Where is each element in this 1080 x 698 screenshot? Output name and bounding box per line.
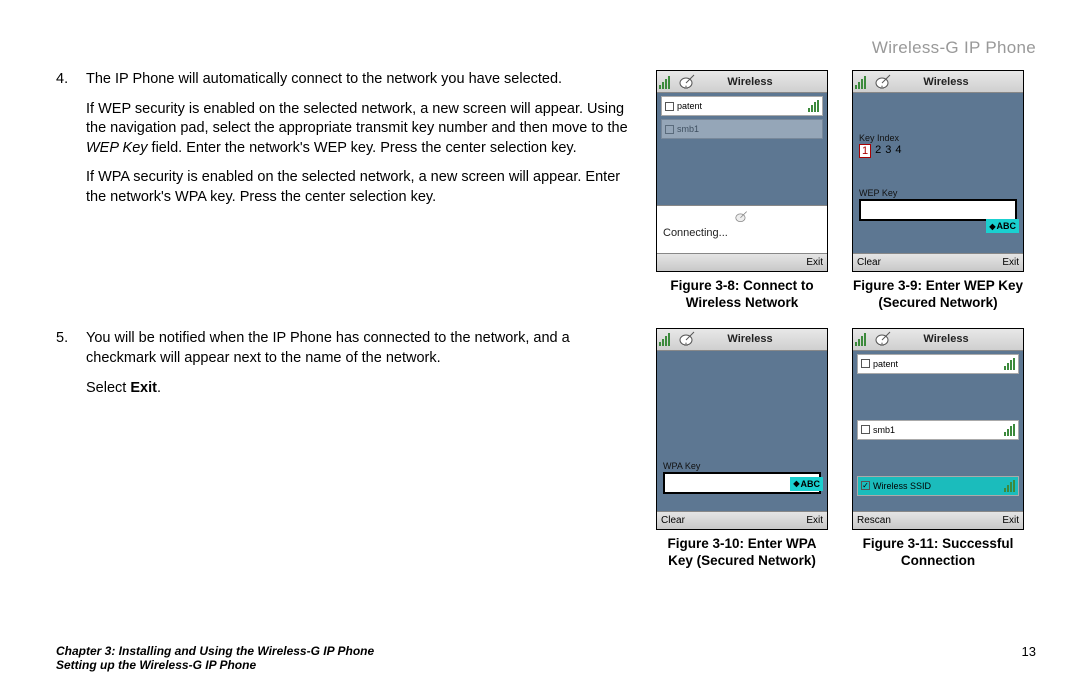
page-number: 13 — [1022, 644, 1036, 672]
dish-icon — [871, 72, 897, 92]
step-4: 4. The IP Phone will automatically conne… — [56, 70, 636, 207]
figure-3-9-caption: Figure 3-9: Enter WEP Key (Secured Netwo… — [852, 278, 1024, 312]
wep-key-label: WEP Key — [859, 188, 1017, 198]
network-item-wireless-ssid: ✓ Wireless SSID — [857, 476, 1019, 496]
network-item-smb1: smb1 — [857, 420, 1019, 440]
dish-icon — [675, 329, 701, 349]
figure-3-10-caption: Figure 3-10: Enter WPA Key (Secured Netw… — [656, 536, 828, 570]
signal-icon — [855, 331, 869, 347]
signal-icon — [659, 74, 673, 90]
figure-3-9: Wireless Key Index 1 2 3 4 WEP Key ABC — [852, 70, 1024, 312]
signal-icon — [659, 331, 673, 347]
figure-3-11: Wireless patent smb1 — [852, 328, 1024, 570]
figure-3-8-caption: Figure 3-8: Connect to Wireless Network — [656, 278, 828, 312]
checkbox-icon — [665, 102, 674, 111]
step-5-p2: Select Exit. — [86, 379, 636, 399]
dish-icon — [871, 329, 897, 349]
phone-title: Wireless — [701, 333, 827, 345]
figure-3-10: Wireless WPA Key ABC Clear Exit Figure 3… — [656, 328, 828, 570]
phone-screen-3-8: Wireless patent smb1 — [656, 70, 828, 272]
footer-chapter: Chapter 3: Installing and Using the Wire… — [56, 644, 374, 658]
softkey-clear: Clear — [857, 257, 881, 268]
figure-3-8: Wireless patent smb1 — [656, 70, 828, 312]
footer-section: Setting up the Wireless-G IP Phone — [56, 658, 374, 672]
softkey-exit: Exit — [806, 515, 823, 526]
checkbox-checked-icon: ✓ — [861, 481, 870, 490]
checkbox-icon — [861, 359, 870, 368]
step-4-p3: If WPA security is enabled on the select… — [86, 168, 636, 207]
body-text: 4. The IP Phone will automatically conne… — [56, 70, 636, 570]
softkey-exit: Exit — [1002, 515, 1019, 526]
figure-3-11-caption: Figure 3-11: Successful Connection — [852, 536, 1024, 570]
wep-key-input — [859, 199, 1017, 221]
network-item-patent: patent — [857, 354, 1019, 374]
softkey-clear: Clear — [661, 515, 685, 526]
phone-title: Wireless — [897, 76, 1023, 88]
step-4-p2: If WEP security is enabled on the select… — [86, 100, 636, 159]
signal-icon — [855, 74, 869, 90]
softkey-exit: Exit — [1002, 257, 1019, 268]
checkbox-icon — [861, 425, 870, 434]
phone-title: Wireless — [897, 333, 1023, 345]
phone-title: Wireless — [701, 76, 827, 88]
softkey-rescan: Rescan — [857, 515, 891, 526]
page-footer: Chapter 3: Installing and Using the Wire… — [56, 644, 1036, 672]
connecting-popup: Connecting... — [657, 205, 827, 253]
step-5-p1: You will be notified when the IP Phone h… — [86, 329, 636, 368]
step-5-number: 5. — [56, 329, 68, 349]
phone-screen-3-11: Wireless patent smb1 — [852, 328, 1024, 530]
key-index-label: Key Index — [859, 133, 1017, 143]
step-5: 5. You will be notified when the IP Phon… — [56, 329, 636, 398]
wpa-key-label: WPA Key — [663, 461, 821, 471]
product-title: Wireless-G IP Phone — [56, 38, 1036, 58]
softkey-exit: Exit — [806, 257, 823, 268]
dish-icon — [675, 72, 701, 92]
network-item-patent: patent — [661, 96, 823, 116]
step-4-number: 4. — [56, 70, 68, 90]
abc-indicator: ABC — [790, 477, 823, 491]
step-4-p1: The IP Phone will automatically connect … — [86, 70, 636, 90]
key-index-selector: 1 2 3 4 — [859, 144, 1023, 158]
phone-screen-3-10: Wireless WPA Key ABC Clear Exit — [656, 328, 828, 530]
network-item-smb1: smb1 — [661, 119, 823, 139]
abc-indicator: ABC — [986, 219, 1019, 233]
phone-screen-3-9: Wireless Key Index 1 2 3 4 WEP Key ABC — [852, 70, 1024, 272]
